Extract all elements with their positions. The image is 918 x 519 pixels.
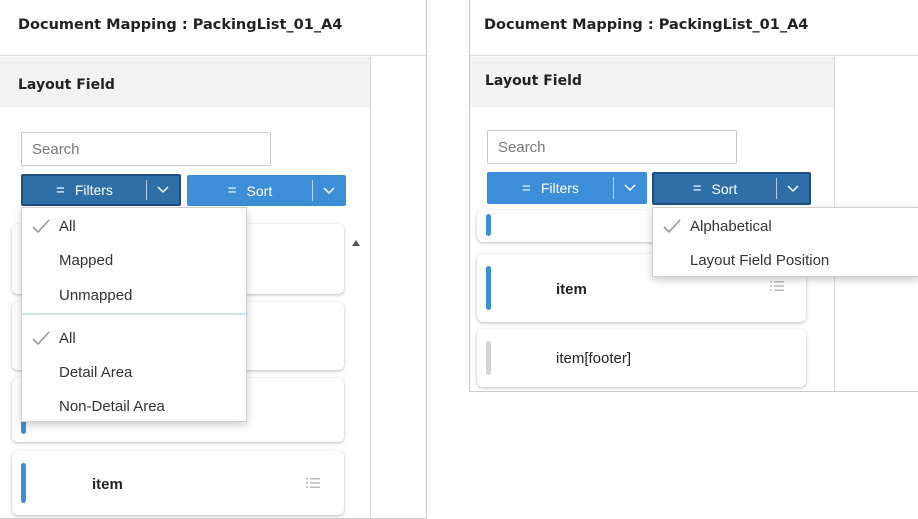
left-document-mapping-panel: Document Mapping : PackingList_01_A4 Lay… xyxy=(0,0,427,519)
sort-dropdown-toggle[interactable] xyxy=(776,178,809,199)
sort-button-label: Sort xyxy=(246,182,273,199)
search-input[interactable] xyxy=(21,132,271,166)
field-label: item[footer] xyxy=(556,350,632,367)
filter-option-all-area[interactable]: All xyxy=(22,320,246,356)
chevron-down-icon xyxy=(624,184,636,192)
sort-menu: Alphabetical Layout Field Position xyxy=(652,207,918,277)
unmapped-indicator xyxy=(486,341,491,375)
layout-field-header: Layout Field xyxy=(0,57,370,107)
page-title: Document Mapping : PackingList_01_A4 xyxy=(0,0,426,56)
checkmark-icon xyxy=(663,219,681,233)
filters-menu: All Mapped Unmapped All Detail Area Non-… xyxy=(21,207,247,422)
page-title: Document Mapping : PackingList_01_A4 xyxy=(470,0,918,56)
filters-button-label: Filters xyxy=(540,180,579,196)
filters-dropdown-toggle[interactable] xyxy=(613,177,646,199)
field-label: item xyxy=(92,476,123,493)
equals-lines-icon: = xyxy=(692,180,702,197)
panel-divider xyxy=(370,57,371,518)
chevron-down-icon xyxy=(787,184,799,192)
sort-dropdown-toggle[interactable] xyxy=(312,180,345,201)
filter-option-unmapped[interactable]: Unmapped xyxy=(22,277,246,313)
equals-lines-icon: = xyxy=(56,181,65,199)
field-card-item[interactable]: item xyxy=(12,451,344,515)
right-document-mapping-panel: Document Mapping : PackingList_01_A4 Lay… xyxy=(469,0,918,392)
sort-option-layout-field-position[interactable]: Layout Field Position xyxy=(653,242,918,278)
checkmark-icon xyxy=(32,219,50,233)
filter-option-non-detail-area[interactable]: Non-Detail Area xyxy=(22,388,246,424)
checkmark-icon xyxy=(32,331,50,345)
equals-lines-icon: = xyxy=(227,182,237,199)
sort-option-alphabetical[interactable]: Alphabetical xyxy=(653,208,918,244)
chevron-down-icon xyxy=(323,186,335,194)
filter-option-all-mapping[interactable]: All xyxy=(22,208,246,244)
list-icon[interactable] xyxy=(306,477,320,489)
sort-button[interactable]: = Sort xyxy=(187,175,346,206)
scroll-up-arrow-icon[interactable] xyxy=(352,240,360,246)
filters-dropdown-toggle[interactable] xyxy=(146,180,179,200)
sort-button[interactable]: = Sort xyxy=(652,172,811,205)
mapped-indicator xyxy=(21,463,26,503)
filter-option-detail-area[interactable]: Detail Area xyxy=(22,354,246,390)
sort-button-label: Sort xyxy=(711,180,738,197)
layout-field-header: Layout Field xyxy=(470,57,834,107)
mapped-indicator xyxy=(486,214,491,236)
equals-lines-icon: = xyxy=(522,179,531,197)
menu-divider xyxy=(22,313,246,315)
filters-button[interactable]: = Filters xyxy=(21,174,181,206)
chevron-down-icon xyxy=(157,186,169,194)
field-card-item-footer[interactable]: item[footer] xyxy=(477,329,806,387)
search-input[interactable] xyxy=(487,130,737,164)
mapped-indicator xyxy=(486,266,491,310)
filter-option-mapped[interactable]: Mapped xyxy=(22,242,246,278)
filters-button[interactable]: = Filters xyxy=(487,172,647,204)
list-icon[interactable] xyxy=(770,280,784,292)
field-label: item xyxy=(556,281,587,298)
filters-button-label: Filters xyxy=(74,182,113,198)
